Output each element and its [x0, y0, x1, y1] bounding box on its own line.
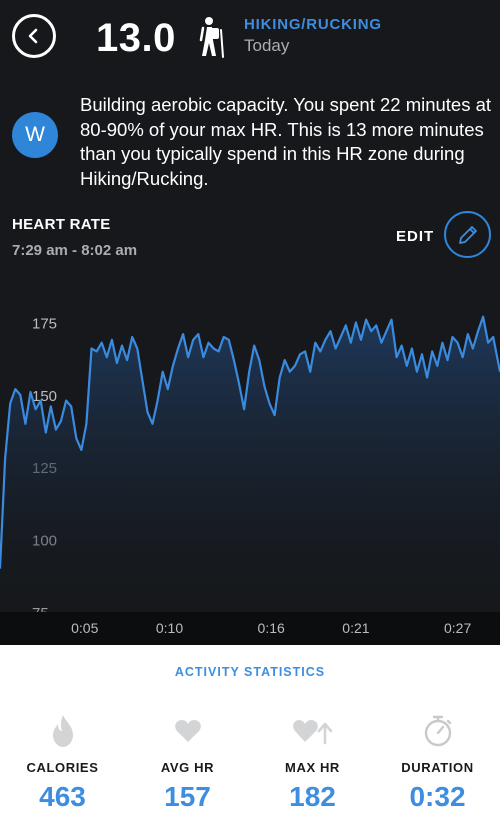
- edit-button[interactable]: [444, 211, 491, 258]
- stat-label: DURATION: [401, 760, 474, 775]
- hiker-icon: [199, 17, 224, 58]
- chevron-left-icon: [28, 28, 38, 44]
- x-tick-label: 0:16: [258, 620, 285, 636]
- x-tick-label: 0:10: [156, 620, 183, 636]
- activity-date: Today: [244, 36, 290, 55]
- stat-label: CALORIES: [26, 760, 99, 775]
- stat-avg-hr: AVG HR 157: [125, 712, 250, 813]
- stopwatch-icon: [424, 715, 451, 747]
- heart-rate-area: [0, 316, 500, 612]
- flame-icon: [52, 715, 73, 747]
- stat-label: MAX HR: [285, 760, 340, 775]
- heart-rate-time-range: 7:29 am - 8:02 am: [12, 242, 138, 259]
- y-tick-label: 175: [32, 315, 57, 332]
- heart-rate-title: HEART RATE: [12, 216, 111, 233]
- y-tick-label: 150: [32, 388, 57, 405]
- stat-calories: CALORIES 463: [0, 712, 125, 813]
- stat-value: 0:32: [409, 781, 466, 812]
- activity-title: HIKING/RUCKING: [244, 16, 382, 33]
- whoop-badge: W: [12, 112, 58, 158]
- x-tick-label: 0:21: [342, 620, 369, 636]
- activity-statistics-title: ACTIVITY STATISTICS: [174, 665, 326, 679]
- back-button[interactable]: [12, 14, 56, 58]
- stat-value: 157: [164, 781, 211, 812]
- stat-duration: DURATION 0:32: [375, 712, 500, 813]
- heart-up-icon: [292, 720, 332, 745]
- stat-label: AVG HR: [160, 760, 215, 775]
- stat-max-hr: MAX HR 182: [250, 712, 375, 813]
- strain-score: 13.0: [96, 16, 176, 60]
- x-tick-label: 0:05: [71, 620, 98, 636]
- x-tick-label: 0:27: [444, 620, 471, 636]
- stat-value: 182: [289, 781, 336, 812]
- heart-icon: [174, 720, 201, 742]
- heart-rate-chart-svg: 75100125150175 0:050:100:160:210:27: [0, 315, 500, 645]
- stat-value: 463: [39, 781, 86, 812]
- insight-text: Building aerobic capacity. You spent 22 …: [80, 94, 492, 189]
- pencil-icon: [458, 225, 477, 244]
- heart-rate-chart: 75100125150175 0:050:100:160:210:27: [0, 300, 500, 645]
- edit-label[interactable]: EDIT: [396, 228, 434, 245]
